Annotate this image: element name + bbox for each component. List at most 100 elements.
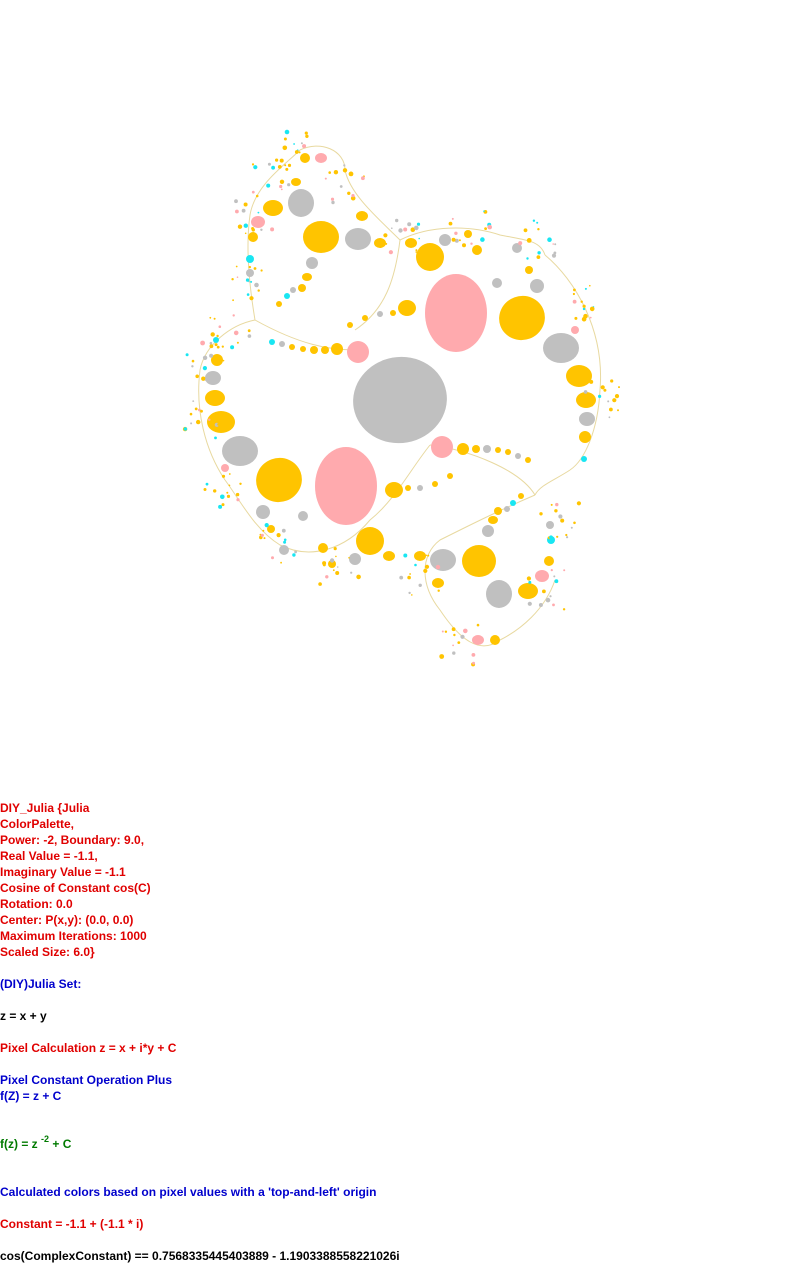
fractal-blob [230, 345, 235, 350]
fractal-blob [208, 418, 211, 421]
fractal-blob [284, 129, 290, 135]
fractal-blob [537, 251, 541, 255]
fractal-blob [335, 555, 337, 558]
fractal-blob [269, 339, 275, 345]
fractal-blob [356, 211, 368, 221]
fractal-blob [454, 231, 458, 235]
fractal-blob [236, 498, 240, 502]
fractal-blob [510, 500, 516, 506]
fractal-blob [482, 525, 494, 537]
fractal-blob [271, 556, 274, 560]
fractal-blob [563, 569, 566, 572]
fractal-blob [424, 564, 430, 569]
fractal-blob [300, 153, 310, 163]
fractal-blob [391, 227, 393, 229]
fractal-blob [325, 575, 329, 579]
fractal-blob [576, 501, 582, 506]
fractal-blob [435, 564, 441, 570]
param-line: Real Value = -1.1, [0, 849, 98, 863]
fractal-blob [279, 341, 285, 347]
fractal-filament [354, 239, 401, 331]
fractal-blob [318, 582, 322, 586]
fractal-blob [251, 216, 265, 228]
fractal-blob [589, 306, 595, 312]
fractal-blob [294, 550, 297, 554]
fractal-blob [279, 545, 289, 555]
fractal-blob [470, 242, 473, 245]
fractal-blob [425, 554, 428, 557]
param-line: DIY_Julia {Julia [0, 801, 90, 815]
fractal-blob [566, 365, 592, 387]
fractal-blob [549, 595, 552, 598]
fractal-blob [336, 566, 339, 568]
fractal-blob [345, 228, 371, 250]
fractal-blob [617, 409, 619, 412]
fractal-blob [583, 313, 588, 319]
fractal-blob [201, 376, 206, 381]
fractal-blob [283, 137, 287, 141]
fractal-blob [483, 210, 485, 212]
fractal-blob [417, 485, 423, 491]
constant-value: Constant = -1.1 + (-1.1 * i) [0, 1217, 144, 1231]
fractal-blob [247, 334, 252, 338]
fractal-blob [329, 558, 335, 563]
fractal-blob [280, 188, 283, 191]
param-line: Maximum Iterations: 1000 [0, 929, 147, 943]
fractal-blob [203, 488, 207, 491]
fractal-blob [241, 208, 246, 213]
fractal-blob [271, 165, 275, 170]
fractal-blob [213, 489, 217, 493]
fractal-blob [460, 634, 465, 639]
fractal-blob [418, 583, 422, 587]
fractal-blob [553, 575, 556, 578]
fractal-blob [228, 484, 231, 487]
fractal-blob [282, 145, 288, 151]
fractal-blob [555, 502, 559, 507]
colors-note: Calculated colors based on pixel values … [0, 1185, 377, 1199]
fractal-blob [221, 464, 229, 472]
fractal-blob [425, 274, 487, 352]
fractal-blob [526, 576, 532, 581]
fractal-blob [290, 287, 296, 293]
fractal-blob [560, 518, 565, 523]
fractal-blob [284, 164, 287, 167]
fractal-blob [408, 591, 411, 595]
cosine-constant-value: cos(ComplexConstant) == 0.75683354454038… [0, 1249, 400, 1263]
fractal-blob [226, 494, 231, 498]
fractal-blob [205, 390, 225, 406]
fractal-blob [211, 415, 214, 418]
fractal-blob [220, 494, 225, 500]
fractal-blob [532, 219, 536, 222]
fractal-blob [385, 482, 403, 498]
fractal-blob [218, 325, 222, 329]
fractal-filament [534, 469, 571, 496]
fractal-blob [221, 503, 225, 507]
fractal-blob [457, 641, 461, 644]
fractal-blob [609, 407, 613, 412]
fractal-blob [546, 521, 554, 529]
fractal-blob [331, 200, 335, 205]
fractal-blob [472, 245, 482, 255]
fractal-blob [603, 388, 607, 392]
fractal-blob [562, 608, 566, 611]
fractal-blob [333, 170, 339, 175]
fractal-blob [589, 316, 592, 319]
fractal-blob [573, 288, 576, 292]
julia-fractal-image [182, 129, 620, 667]
fractal-blob [263, 537, 266, 540]
fractal-blob [205, 482, 209, 486]
fractal-blob [246, 269, 254, 277]
fractal-blob [550, 569, 553, 572]
fractal-blob [441, 630, 444, 633]
param-line: Scaled Size: 6.0} [0, 945, 95, 959]
fractal-blob [534, 588, 536, 591]
fractal-blob [495, 447, 501, 453]
fractal-blob [243, 202, 248, 207]
fractal-filament [544, 254, 602, 471]
fractal-blob [547, 237, 552, 242]
fractal-blob [331, 343, 343, 355]
fractal-blob [275, 158, 279, 162]
fractal-blob [571, 326, 579, 334]
fractal-blob [574, 316, 578, 320]
fractal-blob [535, 570, 549, 582]
